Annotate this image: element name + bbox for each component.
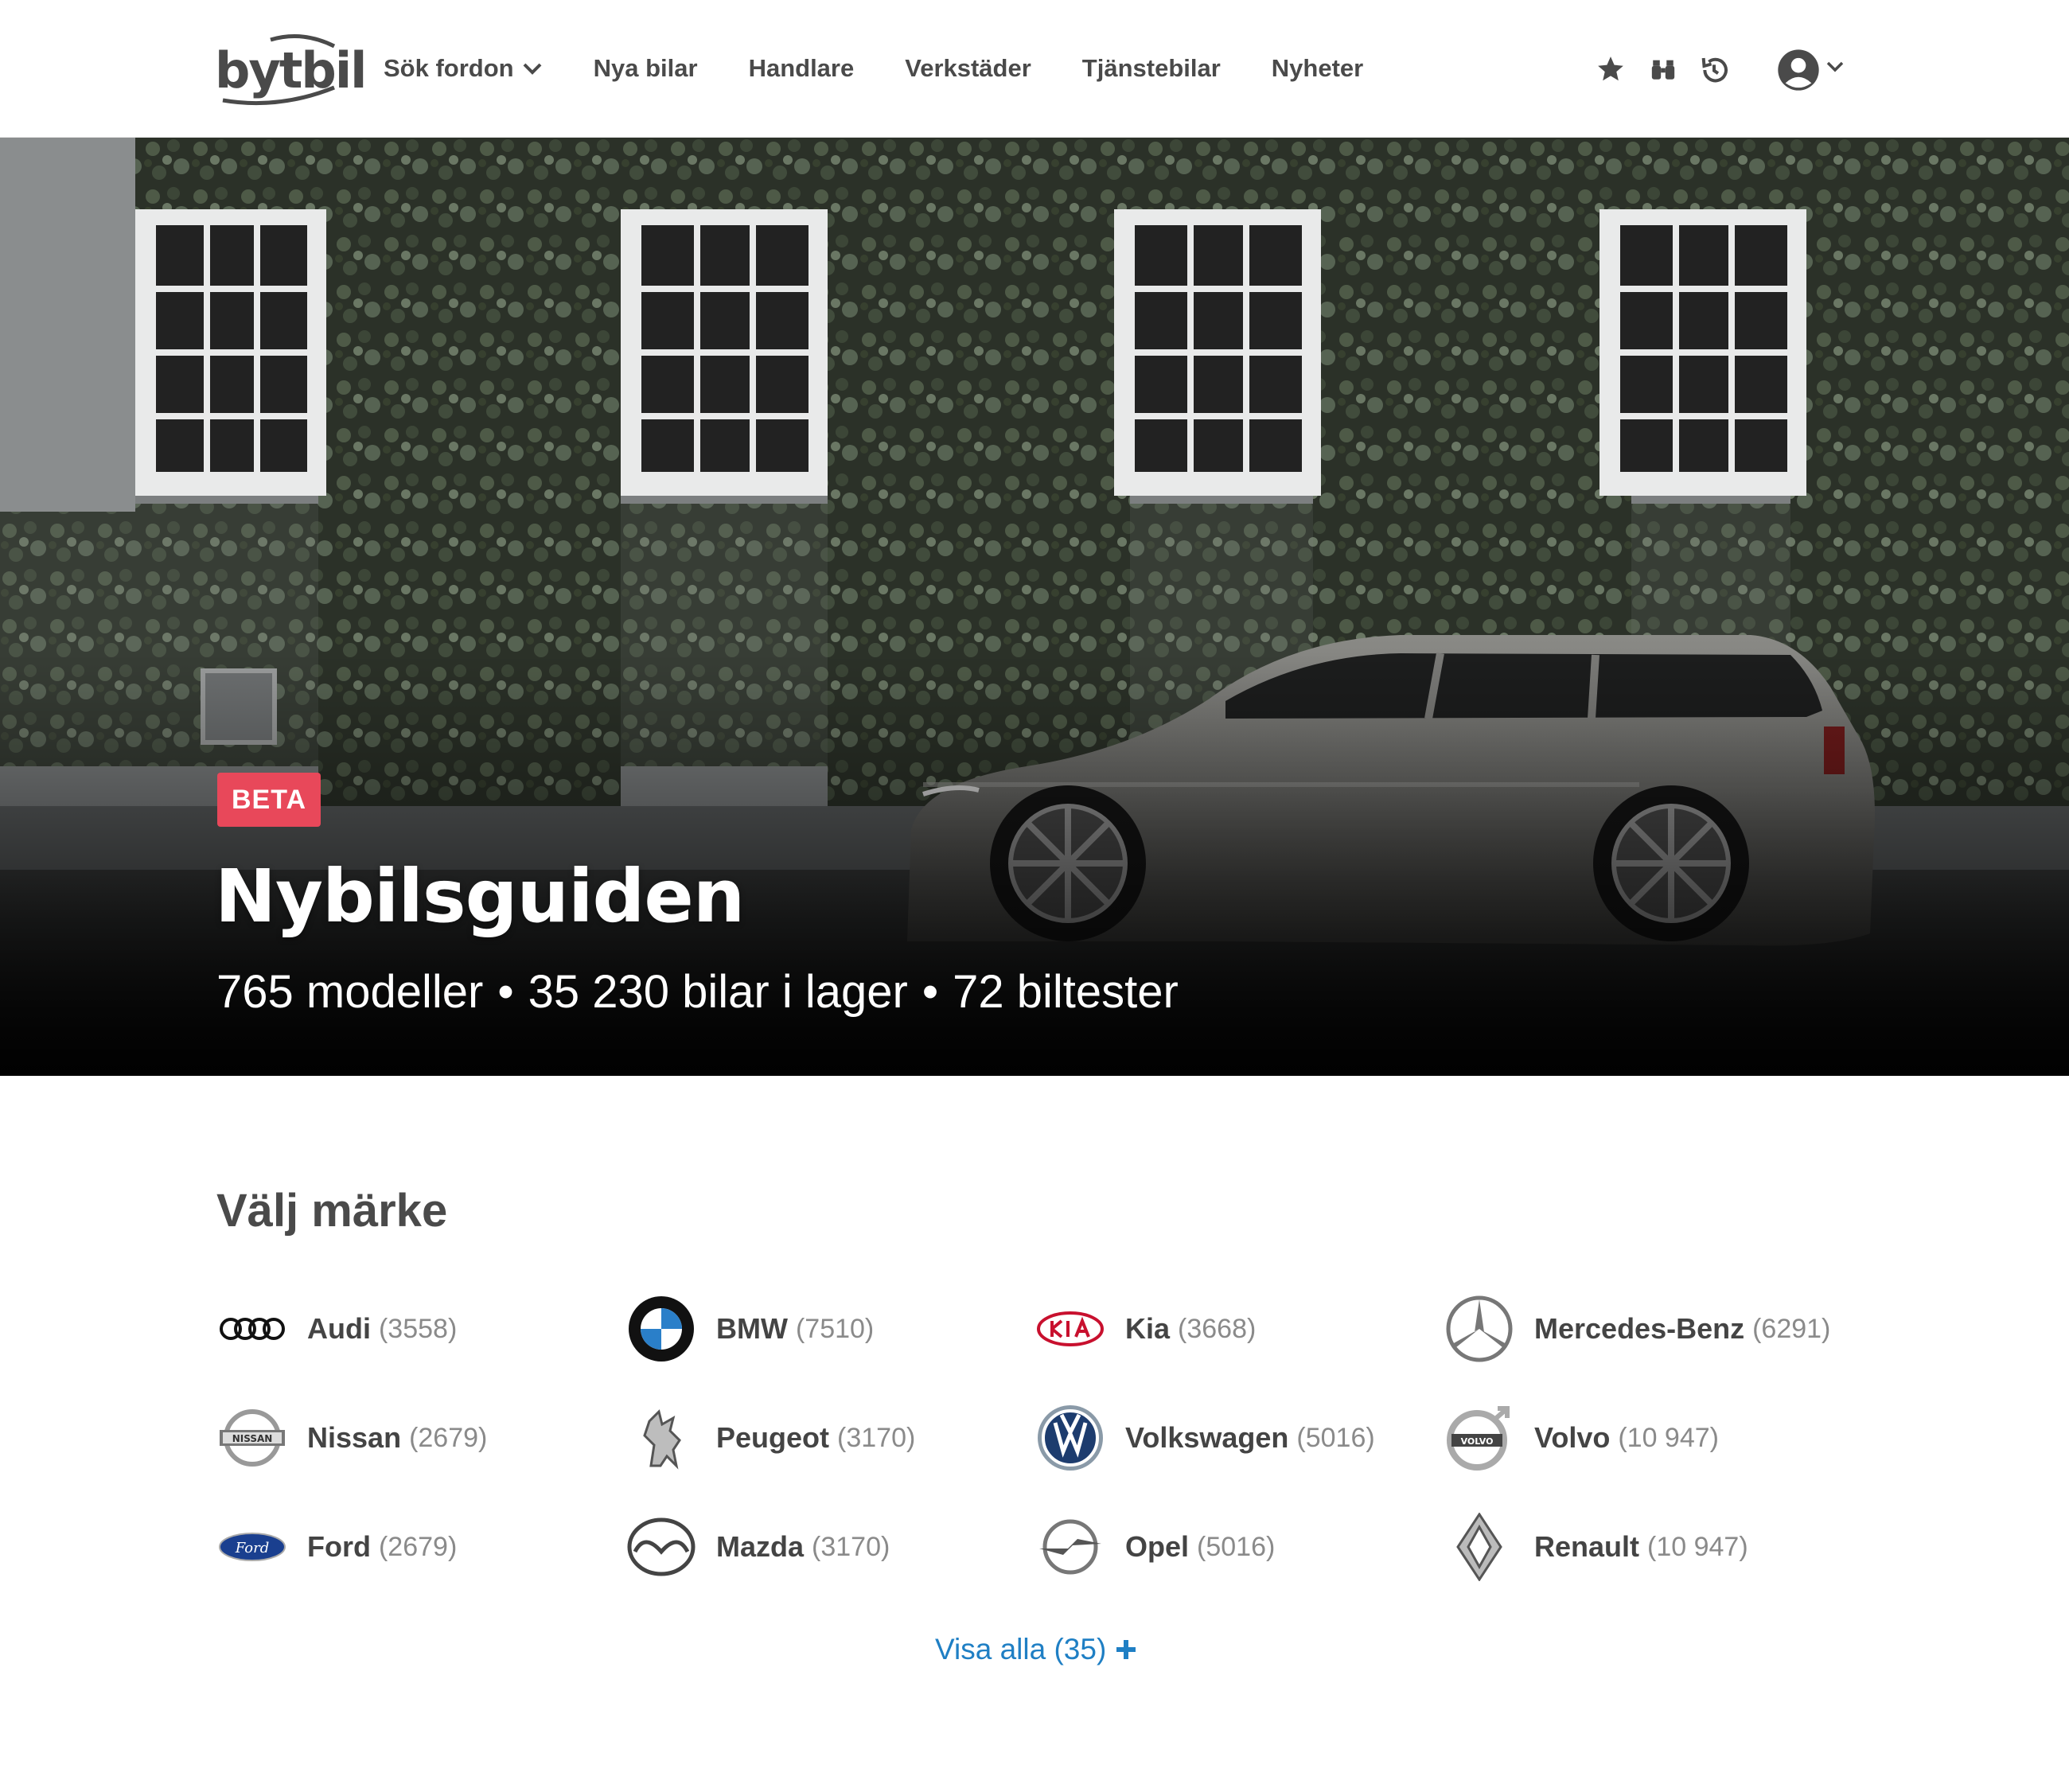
brand-name: Nissan	[307, 1421, 402, 1454]
nav-label: Verkstäder	[905, 54, 1031, 82]
nav-label: Sök fordon	[384, 54, 514, 82]
nav-label: Nyheter	[1271, 54, 1364, 82]
nissan-logo: NISSAN	[216, 1402, 288, 1474]
plus-icon	[1116, 1640, 1136, 1659]
main-nav: Sök fordon Nya bilar Handlare Verkstäder…	[384, 0, 1414, 137]
volkswagen-logo	[1034, 1402, 1106, 1474]
svg-text:Ford: Ford	[235, 1540, 269, 1556]
brand-count: (10 947)	[1647, 1531, 1748, 1562]
brand-count: (6291)	[1752, 1313, 1831, 1344]
brand-name: Audi	[307, 1312, 371, 1345]
brand-name: BMW	[716, 1312, 788, 1345]
site-header: bytbil Sök fordon Nya bilar Handlare Ver…	[0, 0, 2069, 138]
brand-count: (3558)	[378, 1313, 458, 1344]
brand-volkswagen[interactable]: Volkswagen (5016)	[1034, 1398, 1375, 1478]
stat-models: 765 modeller	[216, 966, 484, 1018]
brands-heading: Välj märke	[216, 1185, 448, 1237]
brand-count: (2679)	[409, 1422, 488, 1453]
brand-count: (2679)	[378, 1531, 458, 1562]
account-icon[interactable]	[1776, 48, 1821, 92]
mazda-logo	[625, 1511, 697, 1583]
nav-label: Handlare	[748, 54, 855, 82]
peugeot-logo	[625, 1402, 697, 1474]
brand-opel[interactable]: Opel (5016)	[1034, 1507, 1275, 1587]
svg-text:VOLVO: VOLVO	[1461, 1436, 1494, 1447]
brand-count: (10 947)	[1618, 1422, 1719, 1453]
bytbil-logo[interactable]: bytbil	[215, 30, 367, 110]
brand-name: Renault	[1534, 1530, 1640, 1563]
kia-logo	[1034, 1293, 1106, 1365]
brand-ford[interactable]: Ford Ford (2679)	[216, 1507, 457, 1587]
renault-logo	[1444, 1511, 1515, 1583]
brand-count: (5016)	[1296, 1422, 1375, 1453]
ford-logo: Ford	[216, 1511, 288, 1583]
brand-mazda[interactable]: Mazda (3170)	[625, 1507, 890, 1587]
star-icon[interactable]	[1595, 54, 1627, 84]
show-all-brands-link[interactable]: Visa alla (35)	[935, 1633, 1138, 1666]
brand-bmw[interactable]: BMW (7510)	[625, 1289, 874, 1369]
brand-name: Peugeot	[716, 1421, 830, 1454]
mercedes-logo	[1444, 1293, 1515, 1365]
brand-count: (5016)	[1197, 1531, 1276, 1562]
stat-tests: 72 biltester	[953, 966, 1179, 1018]
page-title: Nybilsguiden	[215, 854, 745, 939]
brand-name: Mazda	[716, 1530, 805, 1563]
opel-logo	[1034, 1511, 1106, 1583]
brand-name: Kia	[1125, 1312, 1171, 1345]
chevron-down-icon[interactable]	[1825, 60, 1845, 73]
hero-stats: 765 modeller • 35 230 bilar i lager • 72 bil…	[216, 965, 1179, 1019]
brand-kia[interactable]: Kia (3668)	[1034, 1289, 1256, 1369]
brand-volvo[interactable]: VOLVO Volvo (10 947)	[1444, 1398, 1719, 1478]
brand-renault[interactable]: Renault (10 947)	[1444, 1507, 1748, 1587]
stat-separator: •	[922, 966, 939, 1018]
binoculars-icon[interactable]	[1649, 56, 1677, 83]
brand-audi[interactable]: Audi (3558)	[216, 1289, 457, 1369]
brand-nissan[interactable]: NISSAN Nissan (2679)	[216, 1398, 487, 1478]
brand-count: (7510)	[795, 1313, 875, 1344]
volvo-logo: VOLVO	[1444, 1402, 1515, 1474]
stat-separator: •	[497, 966, 514, 1018]
logo-text: bytbil	[215, 41, 367, 99]
brand-name: Ford	[307, 1530, 371, 1563]
brand-name: Volkswagen	[1125, 1421, 1289, 1454]
nav-tjanstebilar[interactable]: Tjänstebilar	[1082, 54, 1221, 83]
beta-badge: BETA	[217, 773, 321, 827]
chevron-down-icon	[523, 63, 542, 75]
stat-stock: 35 230 bilar i lager	[528, 966, 908, 1018]
nav-verkstader[interactable]: Verkstäder	[905, 54, 1031, 83]
audi-logo	[216, 1293, 288, 1365]
hero-banner: BETA Nybilsguiden 765 modeller • 35 230 bi…	[0, 138, 2069, 1076]
show-all-label: Visa alla (35)	[935, 1633, 1107, 1665]
nav-handlare[interactable]: Handlare	[749, 54, 855, 83]
brand-count: (3170)	[812, 1531, 890, 1562]
nav-label: Nya bilar	[593, 54, 698, 82]
brand-mercedes-benz[interactable]: Mercedes-Benz (6291)	[1444, 1289, 1830, 1369]
brand-name: Mercedes-Benz	[1534, 1312, 1745, 1345]
brand-name: Volvo	[1534, 1421, 1611, 1454]
nav-nyheter[interactable]: Nyheter	[1272, 54, 1363, 83]
brand-count: (3668)	[1178, 1313, 1257, 1344]
brand-name: Opel	[1125, 1530, 1190, 1563]
bmw-logo	[625, 1293, 697, 1365]
brand-count: (3170)	[837, 1422, 916, 1453]
nav-nya-bilar[interactable]: Nya bilar	[594, 54, 698, 83]
svg-text:NISSAN: NISSAN	[232, 1433, 273, 1444]
brand-peugeot[interactable]: Peugeot (3170)	[625, 1398, 915, 1478]
nav-label: Tjänstebilar	[1081, 54, 1221, 82]
nav-sok-fordon[interactable]: Sök fordon	[384, 54, 543, 83]
history-icon[interactable]	[1698, 54, 1730, 86]
